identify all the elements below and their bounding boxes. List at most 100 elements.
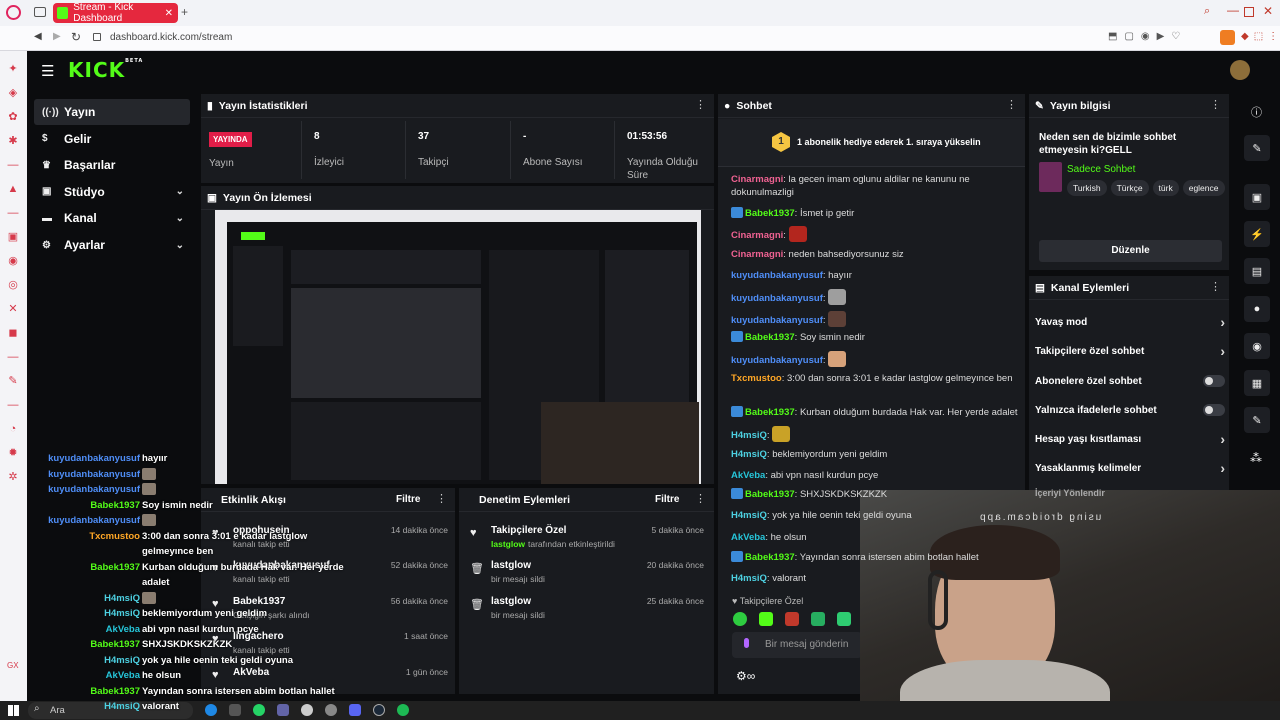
discord-icon[interactable] [349, 704, 361, 716]
chat-username[interactable]: kuyudanbakanyusuf [731, 270, 823, 281]
lightning-icon[interactable]: ⚡ [1244, 221, 1270, 247]
moderation-user[interactable]: lastglow [491, 539, 525, 549]
pencil-icon[interactable]: ✎ [1244, 135, 1270, 161]
chat-username[interactable]: AkVeba [731, 532, 765, 543]
wrench-tool-icon[interactable]: ✎ [1244, 407, 1270, 433]
kick-logo[interactable]: KICKBETA [68, 58, 143, 82]
channel-action-item[interactable]: Hesap yaşı kısıtlaması › [1035, 431, 1225, 447]
channel-action-item[interactable]: Yalnızca ifadelerle sohbet [1035, 404, 1225, 416]
close-window-button[interactable]: ✕ [1263, 4, 1273, 18]
extensions-more-icons[interactable]: ◆⬚⋮ [1241, 31, 1280, 42]
chat-username[interactable]: Babek1937 [745, 332, 795, 343]
tag-chip[interactable]: Türkçe [1110, 180, 1149, 196]
chat-username[interactable]: Cinarmagni [731, 230, 783, 241]
tag-chip[interactable]: eglence [1182, 180, 1225, 196]
chat-input[interactable]: Bir mesaj gönderin [732, 632, 862, 658]
connections-icon[interactable]: ⁂ [1250, 451, 1262, 465]
pinned-banner[interactable]: 1 1 abonelik hediye ederek 1. sıraya yük… [718, 119, 1025, 167]
channel-action-item[interactable]: Abonelere özel sohbet [1035, 375, 1225, 387]
tag-chip[interactable]: Turkish [1067, 180, 1107, 196]
nav-item-4[interactable]: ▬ Kanal ⌄ [34, 205, 190, 231]
obs-icon[interactable] [301, 704, 313, 716]
activity-filter-button[interactable]: Filtre [396, 494, 420, 505]
chat-menu-icon[interactable]: ⋮ [1006, 98, 1017, 111]
moderation-filter-button[interactable]: Filtre [655, 494, 679, 505]
chat-username[interactable]: kuyudanbakanyusuf [731, 315, 823, 326]
nav-item-1[interactable]: $ Gelir [34, 126, 190, 152]
chat-username[interactable]: kuyudanbakanyusuf [731, 293, 823, 304]
whatsapp-icon[interactable] [253, 704, 265, 716]
chat-username[interactable]: Babek1937 [745, 407, 795, 418]
chat-username[interactable]: H4msiQ [731, 430, 767, 441]
minimize-button[interactable]: — [1227, 3, 1239, 17]
emote-icon[interactable] [785, 612, 799, 626]
forward-icon[interactable]: ▶ [53, 31, 61, 42]
maximize-button[interactable] [1244, 7, 1254, 17]
nav-item-5[interactable]: ⚙ Ayarlar ⌄ [34, 232, 190, 258]
windows-start-icon[interactable] [8, 705, 19, 716]
channel-action-item[interactable]: İçeriyi Yönlendir [1035, 488, 1225, 498]
chat-username[interactable]: Cinarmagni [731, 249, 783, 260]
chat-username[interactable]: Babek1937 [745, 489, 795, 500]
channel-action-item[interactable]: Yasaklanmış kelimeler › [1035, 460, 1225, 476]
taskbar-app-icons[interactable] [205, 704, 409, 716]
edge-icon[interactable] [205, 704, 217, 716]
nav-item-3[interactable]: ▣ Stüdyo ⌄ [34, 179, 190, 205]
search-icon[interactable]: ⌕ [1204, 5, 1210, 18]
emote-icon[interactable] [837, 612, 851, 626]
category-name[interactable]: Sadece Sohbet [1067, 164, 1135, 175]
teams-icon[interactable] [277, 704, 289, 716]
opera-logo-icon[interactable] [6, 5, 21, 20]
tag-chip[interactable]: türk [1152, 180, 1179, 196]
reload-icon[interactable]: ↻ [71, 30, 81, 44]
channel-action-item[interactable]: Takipçilere özel sohbet › [1035, 343, 1225, 359]
channel-action-item[interactable]: Yavaş mod › [1035, 314, 1225, 330]
chat-username[interactable]: Babek1937 [745, 208, 795, 219]
browser-tab[interactable]: Stream - Kick Dashboard ✕ [53, 2, 178, 24]
tab-list-icon[interactable] [34, 7, 46, 17]
chat-bubble-icon[interactable]: ● [1244, 296, 1270, 322]
tab-close-icon[interactable]: ✕ [165, 8, 173, 19]
toggle-switch[interactable] [1203, 404, 1225, 416]
emote-icon[interactable] [811, 612, 825, 626]
nav-item-0[interactable]: ((·)) Yayın [34, 99, 190, 125]
spotify-icon[interactable] [397, 704, 409, 716]
nav-item-2[interactable]: ♛ Başarılar [34, 152, 190, 178]
back-icon[interactable]: ◀ [34, 31, 42, 42]
new-tab-button[interactable]: + [181, 5, 188, 19]
avatar[interactable] [1230, 60, 1250, 80]
channel-actions-menu-icon[interactable]: ⋮ [1210, 280, 1221, 293]
steam-icon[interactable] [373, 704, 385, 716]
chat-username[interactable]: kuyudanbakanyusuf [731, 355, 823, 366]
chat-username[interactable]: H4msiQ [731, 449, 767, 460]
chat-username[interactable]: Txcmustoo [731, 373, 782, 384]
edit-stream-button[interactable]: Düzenle [1039, 240, 1222, 262]
activity-menu-icon[interactable]: ⋮ [436, 492, 447, 505]
emote-icon[interactable] [733, 612, 747, 626]
broadcast-icon[interactable]: ◉ [1244, 333, 1270, 359]
activity-item[interactable]: ♥ AkVeba 1 gün önce [212, 667, 448, 681]
profile-icon[interactable] [1220, 30, 1235, 45]
stream-preview-video[interactable] [215, 210, 701, 484]
toggle-switch[interactable] [1203, 375, 1225, 387]
chat-username[interactable]: Babek1937 [745, 552, 795, 563]
chat-username[interactable]: Cinarmagni [731, 174, 783, 185]
extensions-icons[interactable]: ⬒▢◉▶♡ [1108, 31, 1187, 42]
document-icon[interactable]: ▤ [1244, 258, 1270, 284]
chat-username[interactable]: H4msiQ [731, 573, 767, 584]
emote-bar[interactable] [733, 612, 863, 626]
settings-icon[interactable] [325, 704, 337, 716]
stream-info-menu-icon[interactable]: ⋮ [1210, 98, 1221, 111]
chat-username[interactable]: AkVeba [731, 470, 765, 481]
opera-taskbar-icon[interactable] [229, 704, 241, 716]
moderation-menu-icon[interactable]: ⋮ [695, 492, 706, 505]
stats-menu-icon[interactable]: ⋮ [695, 98, 706, 111]
emote-icon[interactable] [759, 612, 773, 626]
chat-username[interactable]: H4msiQ [731, 510, 767, 521]
chat-settings-icon[interactable]: ⚙∞ [736, 669, 755, 683]
scene-icon[interactable]: ▣ [1244, 184, 1270, 210]
menu-icon[interactable]: ☰ [41, 62, 54, 80]
layout-icon[interactable]: ▦ [1244, 370, 1270, 396]
info-icon[interactable]: ⓘ [1251, 104, 1262, 120]
url-field[interactable]: dashboard.kick.com/stream [110, 32, 232, 43]
